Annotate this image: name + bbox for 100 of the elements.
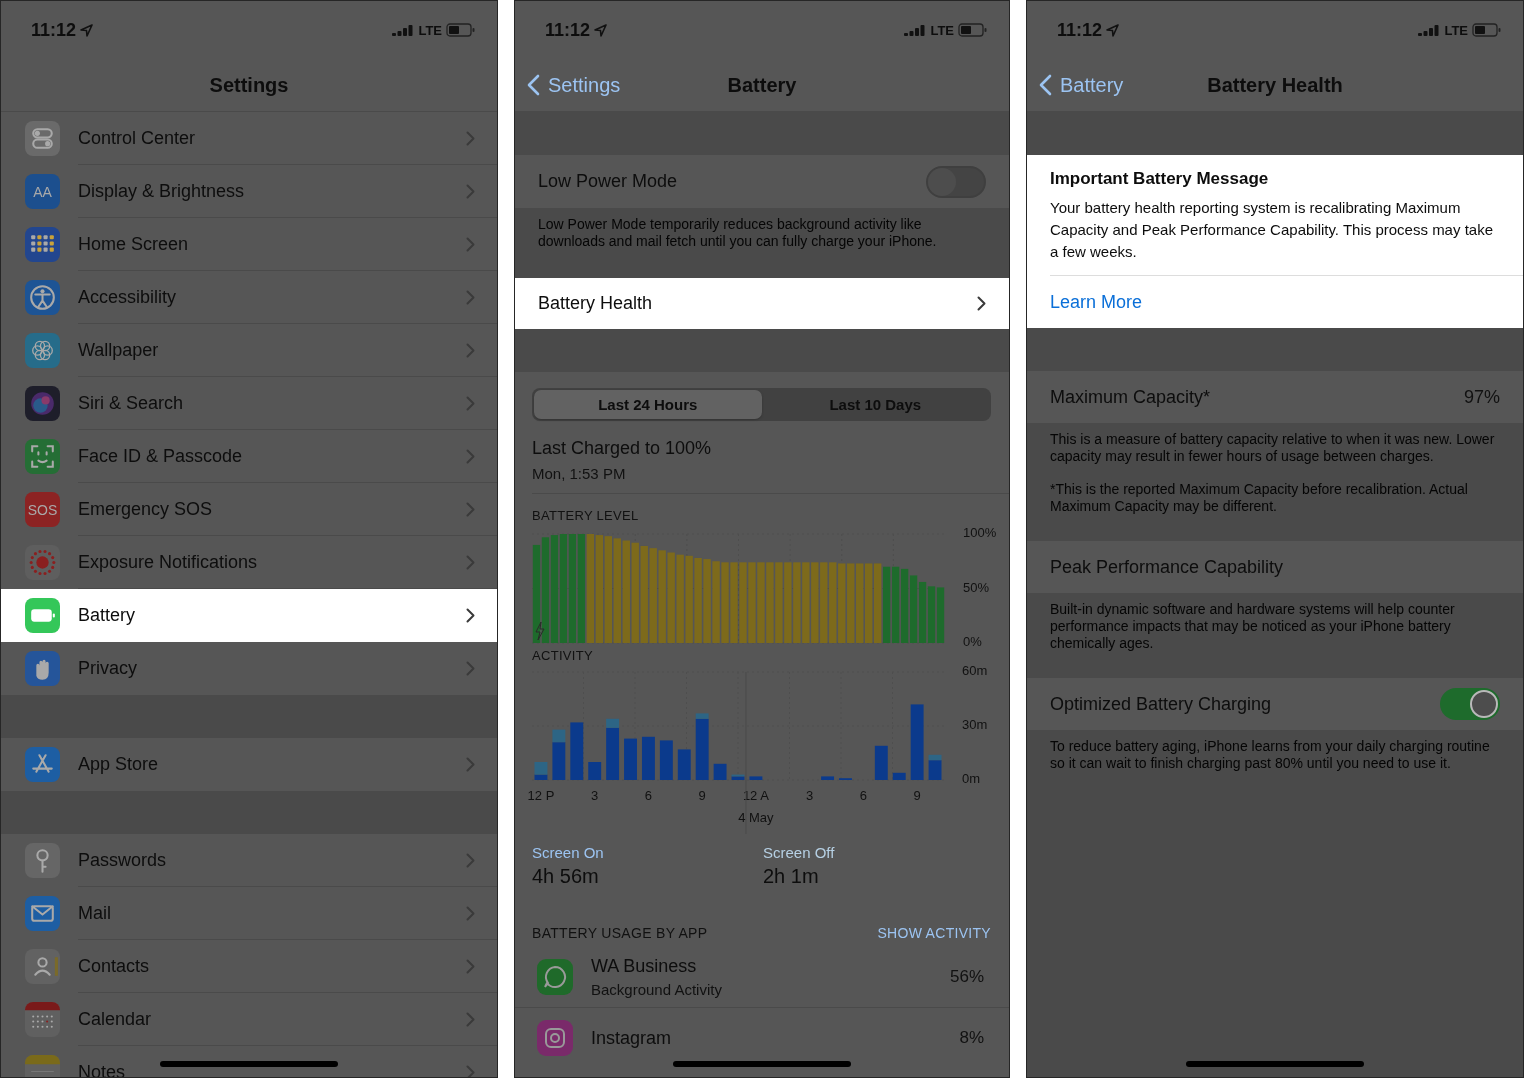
back-chevron-icon: [527, 74, 540, 96]
settings-row[interactable]: Siri & Search: [1, 377, 497, 430]
row-label: Optimized Battery Charging: [1050, 693, 1272, 715]
axis-label: 60m: [962, 664, 988, 679]
show-activity-link[interactable]: SHOW ACTIVITY: [877, 925, 991, 941]
stat-label: Screen On: [532, 844, 605, 861]
bar: [588, 762, 602, 780]
chevron-icon: [466, 395, 475, 411]
settings-row[interactable]: Wallpaper: [1, 324, 497, 377]
bar: [936, 587, 945, 643]
settings-row[interactable]: Mail: [1, 887, 497, 940]
row-label: Low Power Mode: [538, 171, 678, 192]
message-text: Your battery health reporting system is recalibrating Maximum Capacity and Peak Performance Capability. This process may take a few weeks.: [1050, 197, 1523, 276]
chevron-icon: [466, 501, 475, 517]
message-title: Important Battery Message: [1050, 169, 1270, 189]
axis-label: 9: [698, 788, 706, 803]
bar: [713, 763, 727, 780]
back-chevron-icon: [1039, 74, 1052, 96]
text-size-icon: AA: [25, 174, 60, 209]
settings-row[interactable]: SOS Emergency SOS: [1, 483, 497, 536]
bar: [892, 772, 906, 780]
chevron-icon: [977, 296, 986, 311]
chevron-icon: [466, 289, 475, 305]
bar: [659, 740, 673, 780]
axis-label: 3: [591, 788, 599, 803]
location-icon: [80, 23, 94, 37]
settings-row[interactable]: App Store: [1, 738, 497, 791]
settings-row[interactable]: Home Screen: [1, 218, 497, 271]
row-label: Peak Performance Capability: [1050, 556, 1284, 578]
location-icon: [1106, 23, 1120, 37]
chevron-icon: [466, 130, 475, 146]
chart-title: ACTIVITY: [532, 648, 594, 664]
network-label: LTE: [930, 22, 954, 38]
back-button[interactable]: Settings: [527, 73, 621, 97]
axis-label: 12 P: [528, 788, 555, 803]
location-icon: [594, 23, 608, 37]
status-time: 11:12: [31, 19, 77, 41]
app-row[interactable]: Instagram 8%: [515, 1008, 1009, 1068]
bar: [918, 581, 927, 643]
app-detail: Background Activity: [591, 981, 722, 998]
settings-row[interactable]: Control Center: [1, 112, 497, 165]
axis-label: 50%: [963, 579, 990, 595]
bar: [927, 586, 936, 643]
bar: [821, 776, 834, 780]
settings-row[interactable]: Exposure Notifications: [1, 536, 497, 589]
signal-icon: [392, 24, 415, 36]
axis-label: 3: [806, 788, 814, 803]
settings-row[interactable]: Battery Health: [515, 278, 1009, 329]
settings-row[interactable]: Battery: [1, 589, 497, 642]
signal-icon: [1418, 24, 1441, 36]
chevron-icon: [466, 1065, 475, 1077]
settings-row[interactable]: Accessibility: [1, 271, 497, 324]
battery-icon: [1472, 23, 1501, 37]
section-header: BATTERY USAGE BY APP: [532, 925, 708, 941]
screen-title: Battery Health: [1207, 73, 1343, 97]
toggle-switch[interactable]: [1440, 688, 1500, 720]
segment-tab[interactable]: Last 24 Hours: [534, 390, 762, 419]
axis-label: 6: [859, 788, 867, 803]
settings-row[interactable]: Calendar: [1, 993, 497, 1046]
chevron-icon: [466, 1011, 475, 1027]
chevron-icon: [466, 554, 475, 570]
row-label: Maximum Capacity*: [1050, 386, 1211, 408]
bar: [749, 776, 763, 780]
screen-title: Battery: [727, 73, 797, 97]
chevron-icon: [466, 608, 475, 623]
footer-text: Built-in dynamic software and hardware systems will help counter performance impacts that may be noticed as your iPhone battery chemically ages.: [1050, 601, 1456, 652]
settings-row[interactable]: Contacts: [1, 940, 497, 993]
stat-value: 2h 1m: [763, 865, 820, 888]
row-value: 97%: [1463, 386, 1500, 408]
axis-label: 9: [913, 788, 921, 803]
settings-row[interactable]: Passwords: [1, 834, 497, 887]
axis-label: 30m: [962, 717, 988, 733]
usage-percent: 56%: [949, 967, 984, 987]
status-time: 11:12: [545, 19, 591, 41]
footer-text: Low Power Mode temporarily reduces background activity like downloads and mail fetch until you can fully charge your iPhone.: [537, 215, 938, 251]
signal-icon: [904, 24, 927, 36]
footer-text: This is a measure of battery capacity relative to when it was new. Lower capacity may result in fewer hours of usage between charges.: [1050, 431, 1496, 465]
chevron-icon: [466, 342, 475, 358]
settings-row[interactable]: Face ID & Passcode: [1, 430, 497, 483]
bar: [570, 722, 584, 780]
chevron-icon: [466, 958, 475, 974]
app-row[interactable]: WA Business Background Activity 56%: [515, 947, 1009, 1008]
chevron-icon: [466, 757, 475, 772]
axis-label: 6: [644, 788, 653, 803]
axis-label: 0%: [963, 634, 982, 648]
back-button[interactable]: Battery: [1039, 73, 1124, 97]
footer-text: To reduce battery aging, iPhone learns from your daily charging routine so it can wait to finish charging past 80% until you need to use it.: [1050, 738, 1491, 772]
stat-label: Screen Off: [763, 844, 836, 861]
bar: [677, 749, 691, 780]
toggle-switch[interactable]: [926, 165, 986, 198]
learn-more-link[interactable]: Learn More: [1050, 276, 1143, 328]
network-label: LTE: [1444, 22, 1468, 38]
date-label: 4 May: [738, 810, 774, 825]
chevron-icon: [466, 852, 475, 868]
settings-row[interactable]: AA Display & Brightness: [1, 165, 497, 218]
charge-title: Last Charged to 100%: [532, 438, 713, 459]
battery-icon: [958, 23, 987, 37]
battery-icon: [446, 23, 475, 37]
settings-row[interactable]: Privacy: [1, 642, 497, 695]
status-time: 11:12: [1057, 19, 1103, 41]
